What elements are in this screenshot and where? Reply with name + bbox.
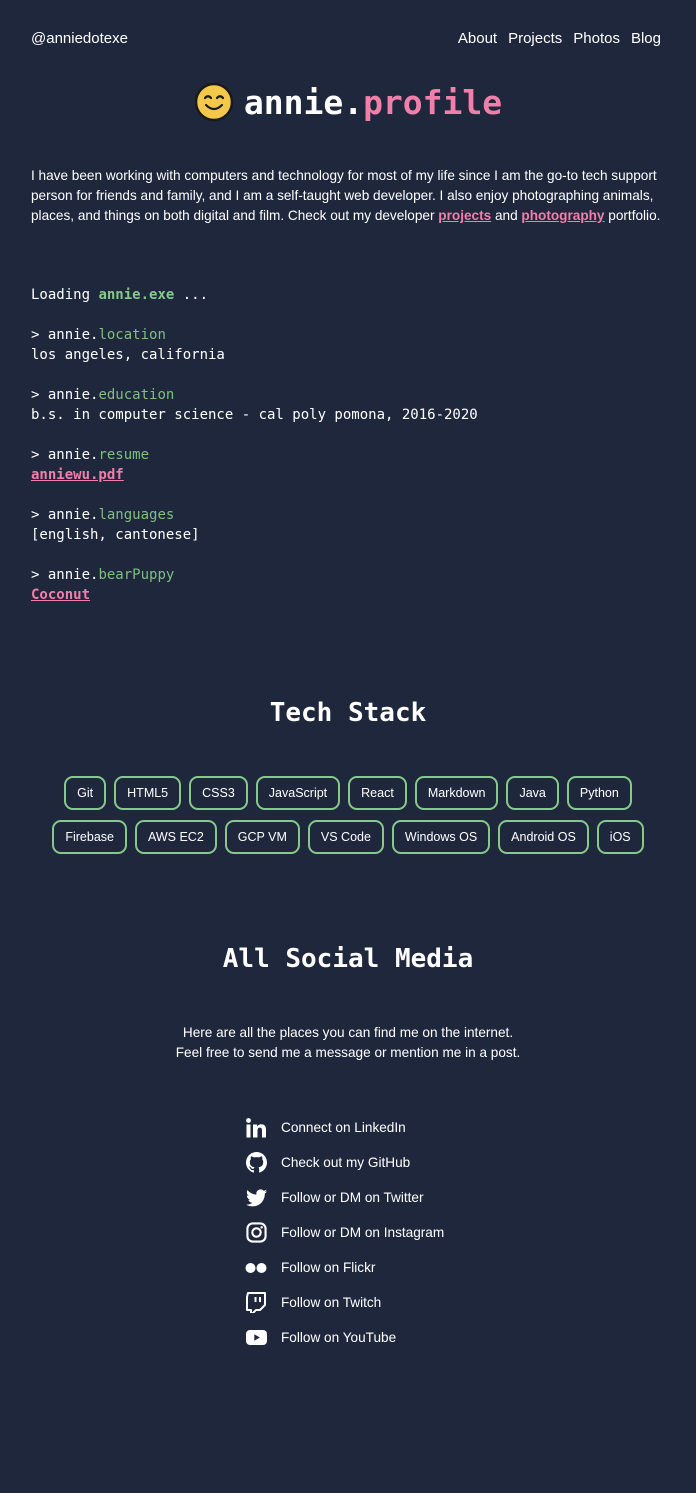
social-link-label: Follow on Flickr: [281, 1260, 376, 1275]
resume-link[interactable]: anniewu.pdf: [31, 467, 124, 483]
prompt-education: > annie.education: [31, 385, 478, 405]
social-link-flickr[interactable]: Follow on Flickr: [245, 1250, 444, 1285]
prompt-bearpuppy: > annie.bearPuppy: [31, 565, 478, 585]
coconut-link[interactable]: Coconut: [31, 587, 90, 603]
social-link-instagram[interactable]: Follow or DM on Instagram: [245, 1215, 444, 1250]
social-link-label: Follow or DM on Twitter: [281, 1190, 424, 1205]
terminal-block: Loading annie.exe ... > annie.location l…: [31, 285, 478, 605]
site-header: @anniedotexe About Projects Photos Blog: [31, 26, 661, 50]
social-link-twitter[interactable]: Follow or DM on Twitter: [245, 1180, 444, 1215]
social-link-linkedin[interactable]: Connect on LinkedIn: [245, 1110, 444, 1145]
tech-chip: Markdown: [414, 776, 499, 810]
tech-chip: AWS EC2: [134, 820, 217, 854]
social-links: Connect on LinkedIn Check out my GitHub …: [245, 1110, 444, 1355]
tech-chip: iOS: [596, 820, 644, 854]
tech-chip: VS Code: [307, 820, 384, 854]
social-link-label: Connect on LinkedIn: [281, 1120, 406, 1135]
tech-chip: JavaScript: [255, 776, 341, 810]
tech-chip: Python: [566, 776, 632, 810]
education-value: b.s. in computer science - cal poly pomo…: [31, 407, 478, 423]
tech-chip: Java: [506, 776, 559, 810]
prompt-key: languages: [98, 507, 175, 523]
twitch-icon: [245, 1292, 267, 1314]
prompt-languages: > annie.languages: [31, 505, 478, 525]
social-description: Here are all the places you can find me …: [0, 1023, 696, 1063]
prompt-prefix: > annie.: [31, 447, 99, 463]
prompt-key: location: [98, 327, 166, 343]
social-link-label: Follow or DM on Instagram: [281, 1225, 445, 1240]
tech-chip: Windows OS: [391, 820, 491, 854]
flickr-icon: [245, 1257, 267, 1279]
social-desc-line-1: Here are all the places you can find me …: [182, 1025, 514, 1040]
smiley-face-icon: [194, 82, 234, 122]
location-value: los angeles, california: [31, 347, 225, 363]
social-link-label: Follow on Twitch: [281, 1295, 382, 1310]
prompt-key: bearPuppy: [98, 567, 175, 583]
bio-paragraph: I have been working with computers and t…: [31, 166, 667, 226]
brand-accent: profile: [363, 82, 503, 122]
prompt-location: > annie.location: [31, 325, 478, 345]
prompt-resume: > annie.resume: [31, 445, 478, 465]
tech-row-1: Git HTML5 CSS3 JavaScript React Markdown…: [64, 776, 632, 810]
nav-photos[interactable]: Photos: [573, 30, 620, 47]
social-link-github[interactable]: Check out my GitHub: [245, 1145, 444, 1180]
home-link[interactable]: @anniedotexe: [31, 30, 128, 47]
prompt-key: resume: [98, 447, 150, 463]
nav-projects[interactable]: Projects: [508, 30, 562, 47]
tech-chip: Git: [64, 776, 107, 810]
tech-chip: Firebase: [52, 820, 127, 854]
loading-prefix: Loading: [31, 287, 99, 303]
bearpuppy-line: Coconut: [31, 585, 478, 605]
youtube-icon: [245, 1327, 267, 1349]
prompt-key: education: [98, 387, 175, 403]
brand-name: annie: [243, 82, 344, 122]
linkedin-icon: [245, 1117, 267, 1139]
page-title: annie.profile: [244, 83, 502, 122]
languages-value: [english, cantonese]: [31, 527, 200, 543]
tech-stack-heading: Tech Stack: [269, 698, 427, 728]
tech-chip: Android OS: [498, 820, 589, 854]
tech-chip: CSS3: [189, 776, 248, 810]
hero-title: annie.profile: [0, 82, 696, 122]
prompt-prefix: > annie.: [31, 387, 99, 403]
bio-text-2: and: [491, 208, 522, 223]
bio-text-3: portfolio.: [604, 208, 661, 223]
social-link-label: Follow on YouTube: [281, 1330, 397, 1345]
prompt-prefix: > annie.: [31, 567, 99, 583]
github-icon: [245, 1152, 267, 1174]
projects-link[interactable]: projects: [438, 208, 491, 223]
nav-about[interactable]: About: [458, 30, 497, 47]
instagram-icon: [245, 1222, 267, 1244]
tech-chip: React: [348, 776, 407, 810]
social-link-label: Check out my GitHub: [281, 1155, 411, 1170]
prompt-prefix: > annie.: [31, 327, 99, 343]
main-nav: About Projects Photos Blog: [458, 30, 661, 47]
tech-stack-list: Git HTML5 CSS3 JavaScript React Markdown…: [0, 776, 696, 854]
resume-line: anniewu.pdf: [31, 465, 478, 485]
social-link-youtube[interactable]: Follow on YouTube: [245, 1320, 444, 1355]
loading-file: annie.exe: [98, 287, 175, 303]
loading-suffix: ...: [174, 287, 209, 303]
loading-line: Loading annie.exe ...: [31, 285, 478, 305]
brand-dot: .: [343, 82, 364, 122]
tech-chip: HTML5: [114, 776, 182, 810]
social-heading: All Social Media: [222, 944, 474, 974]
photography-link[interactable]: photography: [521, 208, 604, 223]
social-link-twitch[interactable]: Follow on Twitch: [245, 1285, 444, 1320]
tech-chip: GCP VM: [224, 820, 300, 854]
nav-blog[interactable]: Blog: [631, 30, 661, 47]
prompt-prefix: > annie.: [31, 507, 99, 523]
tech-row-2: Firebase AWS EC2 GCP VM VS Code Windows …: [52, 820, 644, 854]
social-desc-line-2: Feel free to send me a message or mentio…: [175, 1045, 521, 1060]
twitter-icon: [245, 1187, 267, 1209]
